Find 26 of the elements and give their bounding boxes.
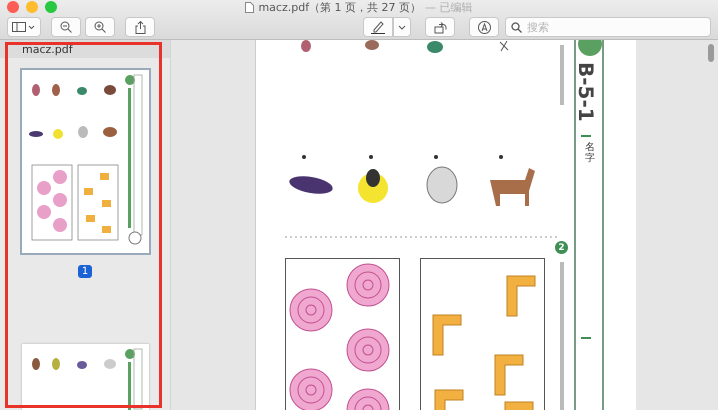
zoom-in-button[interactable]	[85, 17, 115, 37]
close-button[interactable]	[7, 1, 19, 13]
caret-icon	[398, 24, 406, 30]
sidebar-icon	[12, 22, 36, 32]
name-label: 名字	[585, 142, 595, 164]
window-title: macz.pdf（第 1 页，共 27 页）	[258, 0, 422, 15]
rotate-icon	[434, 20, 446, 34]
exercise-code: B-5-1	[574, 62, 598, 122]
rotate-button[interactable]	[425, 17, 455, 37]
share-button[interactable]	[125, 17, 155, 37]
page-number-badge: 1	[78, 265, 92, 278]
markup-button[interactable]	[363, 17, 393, 37]
pen-icon	[371, 20, 385, 34]
zoom-in-icon	[94, 21, 106, 33]
page-thumbnail-drawing[interactable]	[22, 70, 148, 253]
markup-menu-button[interactable]	[393, 17, 411, 37]
zoom-out-button[interactable]	[51, 17, 81, 37]
search-field[interactable]: 搜索	[505, 17, 711, 37]
zoom-out-icon	[60, 21, 72, 33]
document-icon	[245, 2, 254, 13]
share-icon	[134, 20, 146, 34]
page-thumbnail-drawing[interactable]	[22, 344, 148, 410]
scrollbar-thumb[interactable]	[708, 44, 714, 62]
edited-status: — 已编辑	[425, 0, 473, 15]
sidebar-toggle-button[interactable]	[7, 17, 41, 37]
annotate-button[interactable]	[469, 17, 499, 37]
